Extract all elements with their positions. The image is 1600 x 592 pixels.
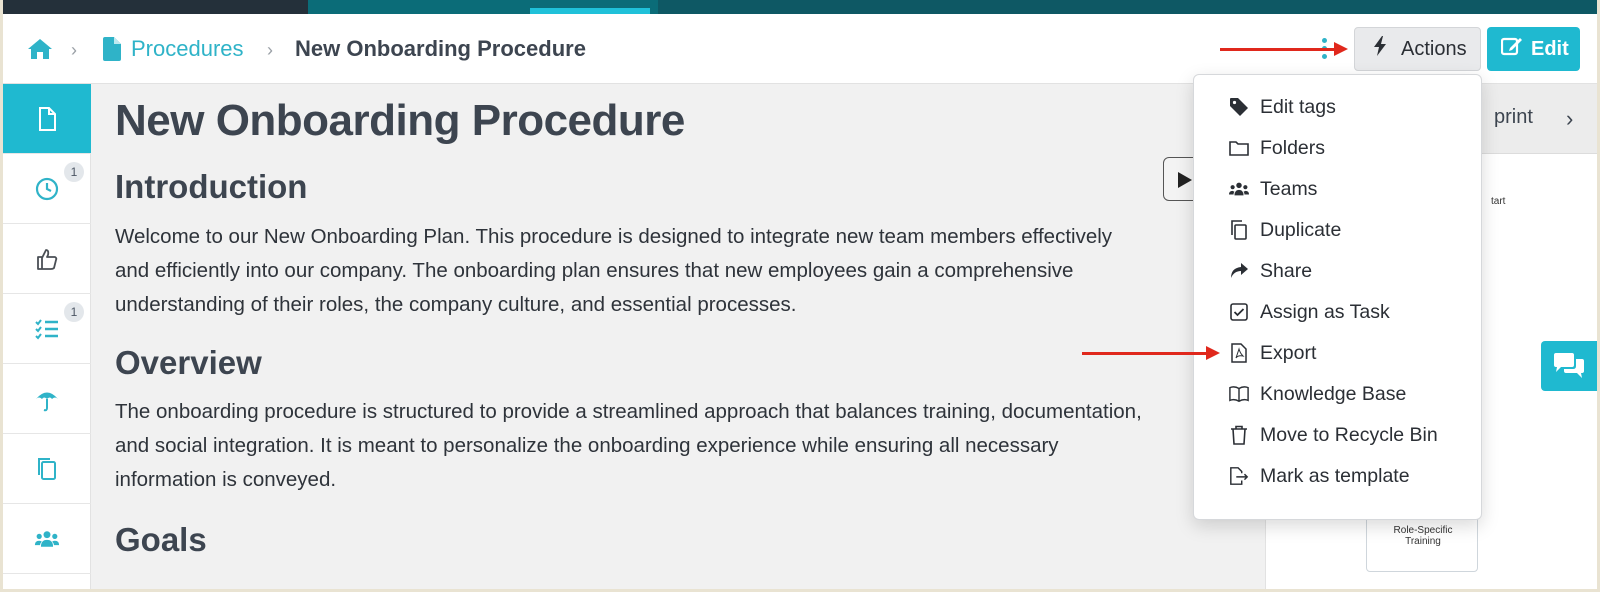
- copy-icon: [38, 457, 56, 480]
- sidebar-item-checklist[interactable]: 1: [3, 294, 91, 364]
- menu-item-knowledge-base[interactable]: Knowledge Base: [1228, 377, 1406, 411]
- checkbox-icon: [1228, 301, 1250, 323]
- checklist-icon: [35, 318, 58, 340]
- document-title: New Onboarding Procedure: [115, 96, 685, 145]
- section-heading: Goals: [115, 521, 207, 558]
- breadcrumb-current: New Onboarding Procedure: [295, 36, 586, 61]
- left-sidebar: 1 1: [3, 84, 91, 589]
- document-icon: [39, 106, 56, 131]
- chevron-right-icon[interactable]: ›: [1566, 106, 1573, 132]
- vertical-dots-icon[interactable]: [1320, 38, 1328, 64]
- team-icon: [34, 530, 60, 547]
- section-heading: Overview: [115, 344, 262, 381]
- menu-item-assign-task[interactable]: Assign as Task: [1228, 295, 1390, 329]
- chat-button[interactable]: [1541, 341, 1597, 391]
- section-heading: Introduction: [115, 168, 308, 205]
- edit-button[interactable]: Edit: [1487, 27, 1580, 71]
- play-icon: [1178, 172, 1192, 188]
- file-export-icon: [1228, 465, 1250, 487]
- actions-button[interactable]: Actions: [1354, 27, 1481, 71]
- sidebar-item-document[interactable]: [3, 84, 91, 154]
- breadcrumb-separator: ›: [267, 40, 273, 60]
- folder-icon: [1228, 137, 1250, 159]
- flow-start-label: tart: [1491, 196, 1506, 207]
- menu-item-mark-template[interactable]: Mark as template: [1228, 459, 1410, 493]
- annotation-arrow: [1082, 346, 1220, 360]
- history-clock-icon: [35, 177, 59, 200]
- document-icon: [103, 37, 121, 61]
- trash-icon: [1228, 424, 1250, 446]
- sidebar-item-feedback[interactable]: [3, 224, 91, 294]
- chat-bubbles-icon: [1554, 353, 1584, 378]
- progress-strip: [3, 0, 1597, 14]
- book-icon: [1228, 383, 1250, 405]
- section-paragraph: The onboarding procedure is structured t…: [115, 400, 1142, 491]
- menu-item-teams[interactable]: Teams: [1228, 172, 1317, 206]
- thumbs-up-icon: [37, 248, 58, 270]
- tab-print[interactable]: print: [1494, 106, 1533, 129]
- copy-icon: [1228, 219, 1250, 241]
- actions-menu: Edit tags Folders Teams Duplicate Share …: [1193, 74, 1482, 520]
- umbrella-icon: [36, 392, 58, 411]
- checklist-badge: 1: [64, 302, 84, 322]
- history-badge: 1: [64, 162, 84, 182]
- pdf-file-icon: [1228, 342, 1250, 364]
- sidebar-item-teams[interactable]: [3, 504, 91, 574]
- tag-icon: [1228, 96, 1250, 118]
- sidebar-item-history[interactable]: 1: [3, 154, 91, 224]
- actions-label: Actions: [1401, 37, 1467, 60]
- menu-item-share[interactable]: Share: [1228, 254, 1312, 288]
- menu-item-edit-tags[interactable]: Edit tags: [1228, 90, 1336, 124]
- menu-item-export[interactable]: Export: [1228, 336, 1316, 370]
- app-window: › Procedures › New Onboarding Procedure …: [3, 0, 1597, 589]
- menu-item-folders[interactable]: Folders: [1228, 131, 1325, 165]
- annotation-arrow: [1220, 42, 1348, 56]
- flow-step-label: Role-Specific Training: [1393, 525, 1453, 547]
- breadcrumb-separator: ›: [71, 40, 77, 60]
- edit-icon: [1500, 36, 1523, 62]
- sidebar-item-copies[interactable]: [3, 434, 91, 504]
- edit-label: Edit: [1531, 37, 1569, 60]
- section-paragraph: Welcome to our New Onboarding Plan. This…: [115, 225, 1113, 316]
- users-icon: [1228, 178, 1250, 200]
- sidebar-item-risk[interactable]: [3, 364, 91, 434]
- home-icon[interactable]: [27, 38, 53, 60]
- lightning-bolt-icon: [1373, 36, 1387, 62]
- menu-item-duplicate[interactable]: Duplicate: [1228, 213, 1341, 247]
- breadcrumb-procedures[interactable]: Procedures: [131, 36, 244, 62]
- share-arrow-icon: [1228, 260, 1250, 282]
- menu-item-recycle-bin[interactable]: Move to Recycle Bin: [1228, 418, 1438, 452]
